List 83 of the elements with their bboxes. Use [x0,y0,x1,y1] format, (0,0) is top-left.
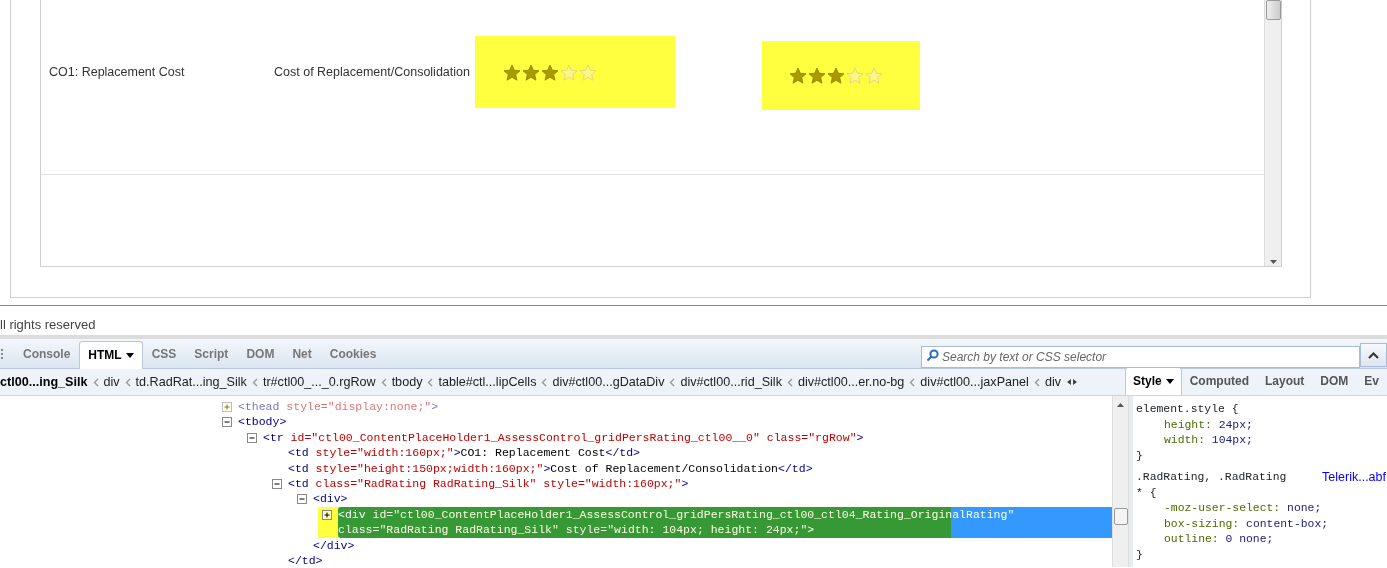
code-line: <tbody> [238,414,287,430]
css-declaration: -moz-user-select: none; [1163,501,1323,516]
chevron-left-icon [380,377,387,387]
code-line: <td style="height:150px;width:160px;">Cost of Replacement/Consolidation</td> [288,460,813,477]
code-line: <td class="RadRating RadRating_Silk" style="width:160px;"> [288,476,689,492]
star-outline-icon [579,63,597,81]
chevron-left-icon [541,377,548,387]
chevron-left-icon [427,377,434,387]
stylesheet-link[interactable]: Telerik...abf [1322,470,1386,486]
side-panel-tab[interactable]: Style [1124,367,1182,395]
panel-tab[interactable]: DOM [237,345,284,368]
chevron-up-icon [1368,351,1379,359]
side-panel-tab[interactable]: Layout [1256,371,1313,395]
code-line: <tr id="ctl00_ContentPlaceHolder1_AssessControl_gridPersRating_ctl00__0" class="rgRow"> [263,429,864,446]
breadcrumb-item[interactable]: div [1044,372,1061,392]
scroll-up-arrow-icon [1116,402,1125,408]
chevron-left-icon [124,377,131,387]
search-icon [926,349,939,362]
expand-icon[interactable] [322,509,332,520]
panel-tab[interactable]: Cookies [320,345,386,368]
chevron-left-icon [92,377,99,387]
breadcrumb-item[interactable]: div [103,372,120,392]
breadcrumb-item[interactable]: div#ctl00...er.no-bg [797,372,905,392]
star-icon [541,63,559,81]
search-field[interactable]: Search by text or CSS selector [921,346,1360,368]
grip-icon [0,348,6,360]
collapse-icon[interactable] [272,479,282,490]
star-outline-icon [865,67,883,84]
panel-tab[interactable]: CSS [142,345,186,368]
chevron-left-icon [251,377,258,387]
panel-tab[interactable]: Console [14,345,80,368]
collapse-icon[interactable] [222,417,232,428]
breadcrumb-item[interactable]: tr#ctl00_..._0.rgRow [262,372,376,392]
breadcrumb-item[interactable]: td.RadRat...ing_Silk [135,372,247,392]
scrollbar-thumb[interactable] [1265,0,1281,20]
panel-tab[interactable]: Script [185,345,238,368]
panel-tab[interactable]: Net [283,345,321,368]
star-icon [827,67,845,84]
breadcrumb-item[interactable]: ctl00...ing_Silk [0,372,88,392]
side-panel-tab[interactable]: DOM [1312,371,1357,395]
footer-text: ll rights reserved [0,317,96,332]
css-declaration: height: 24px; [1163,417,1254,433]
star-icon [503,63,521,81]
breadcrumb-item[interactable]: div#ctl00...jaxPanel [920,372,1029,392]
css-declaration: outline: 0 none; [1163,532,1275,547]
star-icon [789,67,807,84]
breadcrumb-item[interactable]: div#ctl00...gDataDiv [552,372,665,392]
chevron-left-icon [909,377,916,387]
scrollbar-thumb[interactable] [1113,508,1128,525]
css-brace: } [1136,547,1144,563]
collapse-icon[interactable] [297,494,307,505]
css-brace: } [1136,448,1144,464]
breadcrumb-item[interactable]: tbody [391,372,423,392]
chevron-left-icon [1033,377,1040,387]
css-selector: element.style { [1136,402,1239,417]
collapse-button[interactable] [1360,343,1387,367]
css-selector: .RadRating, .RadRating [1136,470,1287,485]
side-panel-tab[interactable]: Ev [1356,371,1387,395]
css-declaration: box-sizing: content-box; [1163,516,1330,532]
scrollbar[interactable] [1112,396,1129,567]
code-line: <thead style="display:none;"> [238,399,439,415]
chevron-left-icon [786,377,793,387]
css-selector: * { [1136,485,1157,501]
table-cell: CO1: Replacement Cost [49,65,185,79]
star-outline-icon [560,63,578,81]
scroll-down-arrow-icon [1268,258,1278,266]
css-declaration: width: 104px; [1163,433,1254,448]
star-icon [808,67,826,84]
code-line: </td> [288,553,323,567]
breadcrumb-item[interactable]: div#ctl00...rid_Silk [680,372,782,392]
code-line: <td style="width:160px;">CO1: Replacement Cost</td> [288,445,640,461]
collapse-icon[interactable] [247,432,257,443]
code-line: <div> [313,491,348,507]
table-cell: Cost of Replacement/Consolidation [274,65,470,79]
side-panel-tab[interactable]: Computed [1181,371,1257,395]
breadcrumb-item[interactable]: table#ctl...lipCells [438,372,537,392]
star-icon [522,63,540,81]
panel-tab[interactable]: HTML [79,341,143,369]
star-outline-icon [846,67,864,84]
scroll-arrows-icon [1066,378,1078,386]
scrollbar[interactable] [1264,0,1281,266]
chevron-left-icon [669,377,676,387]
code-line: </div> [313,537,355,554]
